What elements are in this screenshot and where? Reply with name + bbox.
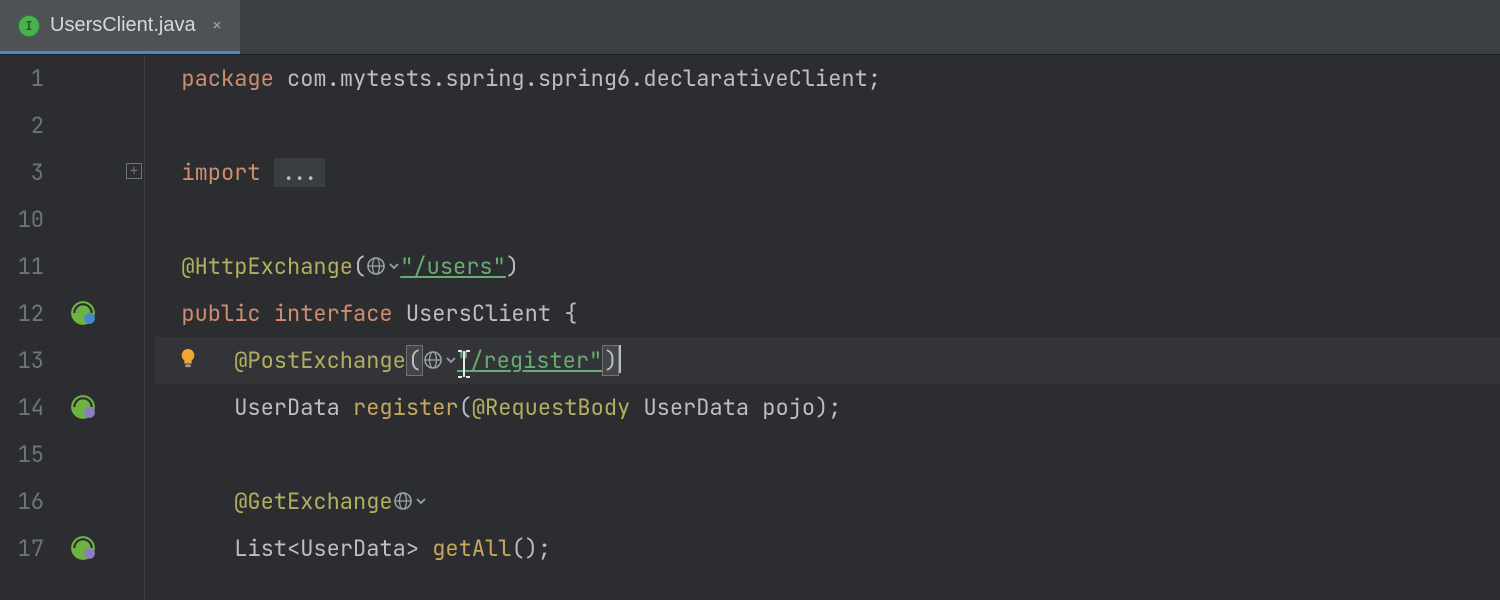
- gutter: 1 2 3 + 10 11 12 13 14 15 16 17: [0, 55, 145, 600]
- line-number: 3: [4, 149, 44, 196]
- url-gutter-icon[interactable]: [366, 256, 400, 276]
- code-line: @PostExchange("/register"): [155, 346, 621, 375]
- tab-filename: UsersClient.java: [50, 14, 196, 37]
- line-number: 13: [4, 337, 44, 384]
- editor[interactable]: 1 2 3 + 10 11 12 13 14 15 16 17: [0, 55, 1500, 600]
- text-caret: [619, 345, 621, 373]
- code-line: @HttpExchange("/users"): [155, 252, 519, 281]
- code-line: public interface UsersClient {: [155, 299, 577, 328]
- code-line: package com.mytests.spring.spring6.decla…: [155, 64, 881, 93]
- close-icon[interactable]: ×: [212, 14, 223, 37]
- code-line: UserData register(@RequestBody UserData …: [155, 393, 841, 422]
- url-gutter-icon[interactable]: [423, 350, 457, 370]
- fold-expand-icon[interactable]: +: [126, 163, 142, 179]
- code-content[interactable]: package com.mytests.spring.spring6.decla…: [155, 55, 1500, 600]
- spring-web-icon[interactable]: [70, 394, 96, 420]
- ibeam-cursor-icon: [456, 349, 472, 379]
- line-number: 14: [4, 384, 44, 431]
- line-number: 1: [4, 55, 44, 102]
- url-gutter-icon[interactable]: [393, 491, 427, 511]
- tab-bar: I UsersClient.java ×: [0, 0, 1500, 55]
- line-number: 16: [4, 478, 44, 525]
- line-number: 11: [4, 243, 44, 290]
- interface-icon: I: [18, 15, 40, 37]
- code-line: import ...: [155, 158, 325, 187]
- code-line: List<UserData> getAll();: [155, 534, 551, 563]
- line-number: 12: [4, 290, 44, 337]
- spring-bean-icon[interactable]: [70, 300, 96, 326]
- spring-web-icon[interactable]: [70, 535, 96, 561]
- line-number: 15: [4, 431, 44, 478]
- intention-bulb-icon[interactable]: [177, 347, 199, 369]
- file-tab[interactable]: I UsersClient.java ×: [0, 0, 240, 54]
- code-line: @GetExchange: [155, 487, 427, 516]
- folded-region[interactable]: ...: [274, 158, 326, 187]
- line-number: 2: [4, 102, 44, 149]
- line-number: 17: [4, 525, 44, 572]
- line-number: 10: [4, 196, 44, 243]
